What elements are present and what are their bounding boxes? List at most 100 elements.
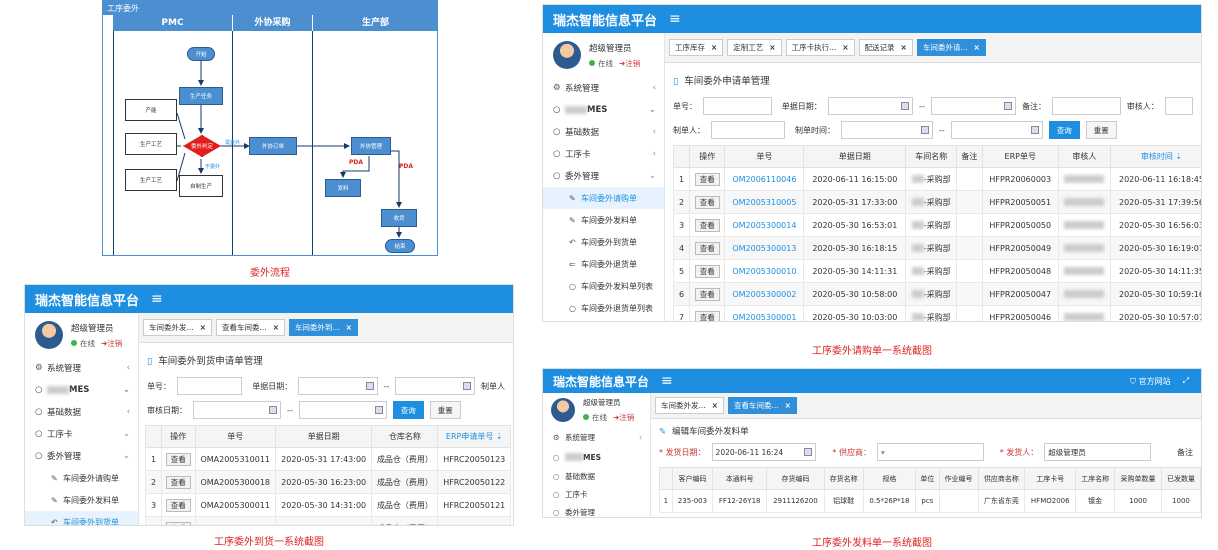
nav-mes[interactable]: ○ MES ⌄ xyxy=(543,99,664,121)
menu-toggle-icon[interactable]: ≡ xyxy=(661,373,673,389)
tab-delivery[interactable]: 配送记录 × xyxy=(858,39,913,56)
query-button[interactable]: 查询 xyxy=(392,401,424,419)
supplier-select[interactable]: ▾ xyxy=(876,443,984,461)
cell: 镀金 xyxy=(1075,489,1116,513)
order-no-input[interactable] xyxy=(177,377,243,395)
nav-sub-issue[interactable]: ✎ 车间委外发料单 xyxy=(25,489,138,511)
nav-mes[interactable]: ○ MES ⌄ xyxy=(25,379,138,401)
close-icon[interactable]: × xyxy=(712,401,718,410)
row-order-no[interactable]: OM2005300010 xyxy=(724,259,805,283)
nav-card[interactable]: ○ 工序卡 ‹ xyxy=(543,143,664,165)
view-button[interactable]: 查看 xyxy=(694,287,720,301)
circle-icon: ○ xyxy=(569,303,576,313)
reset-button[interactable]: 重置 xyxy=(1085,121,1117,139)
close-icon[interactable]: × xyxy=(785,401,791,410)
nav-sub-purchase[interactable]: ✎ 车间委外请购单 xyxy=(543,187,664,209)
nav-sub-issue[interactable]: ✎ 车间委外发料单 xyxy=(543,209,664,231)
remark-input[interactable] xyxy=(1052,97,1121,115)
maker-input[interactable] xyxy=(711,121,785,139)
nav-system[interactable]: ⚙ 系统管理 ‹ xyxy=(543,77,664,99)
close-icon[interactable]: × xyxy=(974,43,980,52)
close-icon[interactable]: × xyxy=(200,323,206,332)
view-button[interactable]: 查看 xyxy=(694,218,720,232)
view-button[interactable]: 查看 xyxy=(165,498,191,512)
reviewer-input[interactable] xyxy=(1164,97,1194,115)
row-order-no[interactable]: OM2005300013 xyxy=(724,236,805,260)
nav-basic[interactable]: ○ 基础数据 xyxy=(543,467,650,485)
view-button[interactable]: 查看 xyxy=(165,521,191,525)
circle-icon: ○ xyxy=(35,407,43,417)
sender-select[interactable]: 超级管理员 xyxy=(1044,443,1151,461)
nav-outsource[interactable]: ○ 委外管理 ⌄ xyxy=(543,165,664,187)
tab-issue[interactable]: 车间委外发... × xyxy=(655,397,724,414)
row-order-no[interactable]: OM2005300001 xyxy=(724,305,805,321)
nav-system[interactable]: ⚙ 系统管理 ‹ xyxy=(543,427,650,447)
make-time-from-input[interactable] xyxy=(841,121,933,139)
menu-toggle-icon[interactable]: ≡ xyxy=(669,11,681,27)
nav-sub-issue-list[interactable]: ○ 车间委外发料单列表 xyxy=(543,275,664,297)
nav-basic[interactable]: ○ 基础数据 ‹ xyxy=(25,401,138,423)
menu-toggle-icon[interactable]: ≡ xyxy=(151,291,163,307)
tab-arrival[interactable]: 车间委外到... × xyxy=(288,319,358,336)
view-button[interactable]: 查看 xyxy=(694,241,720,255)
close-icon[interactable]: × xyxy=(711,43,717,52)
logout-link[interactable]: ➜注销 xyxy=(101,339,122,348)
row-order-no[interactable]: OM2005300002 xyxy=(724,282,805,306)
nav-sub-purchase[interactable]: ✎ 车间委外请购单 xyxy=(25,467,138,489)
logout-link[interactable]: ➜注销 xyxy=(613,413,634,422)
row-order-no[interactable]: OM2005300014 xyxy=(724,213,805,237)
view-button[interactable]: 查看 xyxy=(694,195,720,209)
view-button[interactable]: 查看 xyxy=(165,475,191,489)
flow-ship: 发料 xyxy=(325,179,361,197)
date-to-input[interactable] xyxy=(930,97,1017,115)
close-icon[interactable]: × xyxy=(273,323,279,332)
close-icon[interactable]: × xyxy=(769,43,775,52)
row-order-no[interactable]: OM2005310005 xyxy=(724,190,805,214)
tab-view[interactable]: 查看车间委... × xyxy=(215,319,285,336)
view-button[interactable]: 查看 xyxy=(694,172,720,186)
tab-issue[interactable]: 车间委外发... × xyxy=(143,319,212,336)
close-icon[interactable]: × xyxy=(346,323,352,332)
fullscreen-icon[interactable]: ⤢ xyxy=(1183,376,1189,387)
nav-outsource[interactable]: ○ 委外管理 ⌄ xyxy=(25,445,138,467)
close-icon[interactable]: × xyxy=(901,43,907,52)
tab-inventory[interactable]: 工序库存 × xyxy=(669,39,724,56)
logout-link[interactable]: ➜注销 xyxy=(619,59,640,68)
user-name: 超级管理员 xyxy=(71,323,114,334)
nav-card[interactable]: ○ 工序卡 xyxy=(543,485,650,503)
date-from-input[interactable] xyxy=(298,377,378,395)
date-from-input[interactable] xyxy=(827,97,913,115)
close-icon[interactable]: × xyxy=(842,43,848,52)
review-date-from-input[interactable] xyxy=(193,401,281,419)
tab-purchase[interactable]: 车间委外请... × xyxy=(916,39,986,56)
reset-button[interactable]: 重置 xyxy=(429,401,461,419)
view-button[interactable]: 查看 xyxy=(165,452,191,466)
query-button[interactable]: 查询 xyxy=(1048,121,1080,139)
official-site-link[interactable]: ⛉ 官方网站 xyxy=(1130,376,1171,387)
nav-system[interactable]: ⚙ 系统管理 ‹ xyxy=(25,357,138,379)
cell: 1000 xyxy=(1114,489,1162,513)
row-order-no[interactable]: OM2006110046 xyxy=(724,167,805,191)
nav-sub-arrival[interactable]: ↶ 车间委外到货单 xyxy=(25,511,138,525)
nav-sub-return[interactable]: ⇐ 车间委外退货单 xyxy=(543,253,664,275)
tab-view[interactable]: 查看车间委... × xyxy=(727,397,797,414)
col-review-time[interactable]: 审核时间 ⇣ xyxy=(1109,145,1201,168)
col-order-no: 单号 xyxy=(724,145,805,168)
make-time-to-input[interactable] xyxy=(950,121,1043,139)
date-to-input[interactable] xyxy=(395,377,475,395)
ship-date-input[interactable]: 2020-06-11 16:24 xyxy=(711,443,817,461)
nav-basic[interactable]: ○ 基础数据 ‹ xyxy=(543,121,664,143)
col-erp-apply[interactable]: ERP申请单号 ⇣ xyxy=(437,425,511,448)
view-button[interactable]: 查看 xyxy=(694,264,720,278)
nav-card[interactable]: ○ 工序卡 ⌄ xyxy=(25,423,138,445)
tab-card-exec[interactable]: 工序卡执行... × xyxy=(785,39,855,56)
nav-sub-arrival[interactable]: ↶ 车间委外到货单 xyxy=(543,231,664,253)
nav-mes[interactable]: ○ MES xyxy=(543,447,650,467)
nav-outsource[interactable]: ○ 委外管理 xyxy=(543,503,650,517)
review-date-to-input[interactable] xyxy=(298,401,387,419)
tab-custom-process[interactable]: 定制工艺 × xyxy=(727,39,782,56)
nav-sub-return-list[interactable]: ○ 车间委外退货单列表 xyxy=(543,297,664,319)
table-row: 5 查看 OM2005300010 2020-05-30 14:11:31 -采购部 HF… xyxy=(673,259,1201,283)
view-button[interactable]: 查看 xyxy=(694,310,720,321)
order-no-input[interactable] xyxy=(703,97,772,115)
